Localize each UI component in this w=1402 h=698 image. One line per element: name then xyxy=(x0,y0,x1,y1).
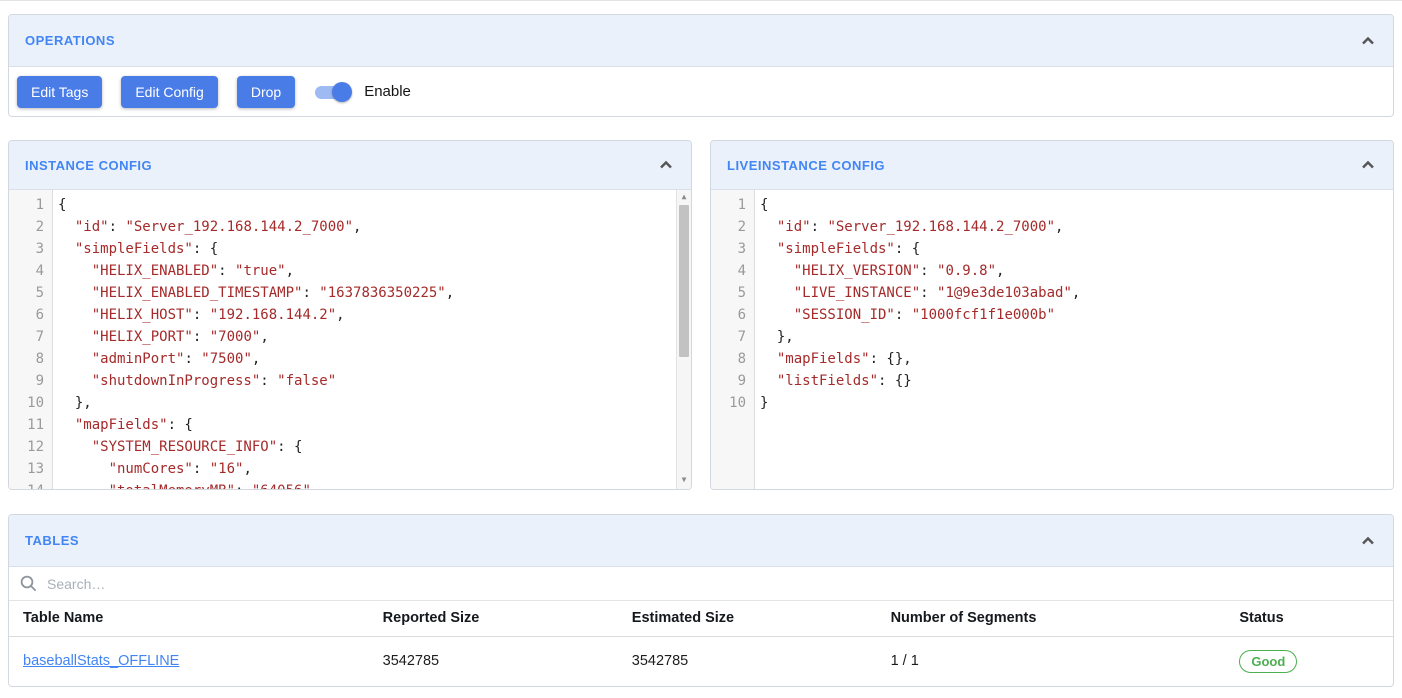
edit-tags-button[interactable]: Edit Tags xyxy=(17,76,102,108)
liveinstance-config-title: LIVEINSTANCE CONFIG xyxy=(727,158,885,173)
column-header-table-name[interactable]: Table Name xyxy=(9,601,383,636)
estimated-size-cell: 3542785 xyxy=(632,636,891,686)
reported-size-cell: 3542785 xyxy=(383,636,632,686)
table-search-row xyxy=(9,567,1393,601)
instance-config-collapse-chevron-up-icon[interactable] xyxy=(657,156,675,174)
edit-config-button[interactable]: Edit Config xyxy=(121,76,217,108)
status-badge: Good xyxy=(1239,650,1297,673)
instance-config-panel: INSTANCE CONFIG 1{2 "id": "Server_192.16… xyxy=(8,140,692,490)
tables-table: Table Name Reported Size Estimated Size … xyxy=(9,601,1393,686)
search-icon xyxy=(19,574,38,593)
instance-config-title: INSTANCE CONFIG xyxy=(25,158,152,173)
instance-config-header[interactable]: INSTANCE CONFIG xyxy=(9,141,691,190)
enable-toggle[interactable] xyxy=(314,80,352,104)
column-header-status[interactable]: Status xyxy=(1239,601,1393,636)
drop-button[interactable]: Drop xyxy=(237,76,295,108)
tables-panel: TABLES Table Name Reported Size Estimate… xyxy=(8,514,1394,687)
scrollbar-thumb[interactable] xyxy=(679,205,689,357)
liveinstance-config-collapse-chevron-up-icon[interactable] xyxy=(1359,156,1377,174)
scroll-down-arrow-icon[interactable]: ▼ xyxy=(677,473,691,487)
tables-collapse-chevron-up-icon[interactable] xyxy=(1359,532,1377,550)
instance-config-code: 1{2 "id": "Server_192.168.144.2_7000",3 … xyxy=(9,190,691,489)
liveinstance-config-panel: LIVEINSTANCE CONFIG 1{2 "id": "Server_19… xyxy=(710,140,1394,490)
tables-header[interactable]: TABLES xyxy=(9,515,1393,567)
enable-toggle-thumb xyxy=(332,82,352,102)
instance-detail-page: OPERATIONS Edit Tags Edit Config Drop En… xyxy=(0,1,1402,687)
config-row: INSTANCE CONFIG 1{2 "id": "Server_192.16… xyxy=(8,140,1394,490)
operations-header[interactable]: OPERATIONS xyxy=(9,15,1393,67)
table-row: baseballStats_OFFLINE 3542785 3542785 1 … xyxy=(9,636,1393,686)
scroll-up-arrow-icon[interactable]: ▲ xyxy=(677,190,691,204)
column-header-estimated-size[interactable]: Estimated Size xyxy=(632,601,891,636)
liveinstance-config-header[interactable]: LIVEINSTANCE CONFIG xyxy=(711,141,1393,190)
operations-body: Edit Tags Edit Config Drop Enable xyxy=(9,67,1393,116)
column-header-number-of-segments[interactable]: Number of Segments xyxy=(891,601,1240,636)
liveinstance-config-code: 1{2 "id": "Server_192.168.144.2_7000",3 … xyxy=(711,190,1393,414)
liveinstance-config-editor[interactable]: 1{2 "id": "Server_192.168.144.2_7000",3 … xyxy=(711,190,1393,489)
table-header-row: Table Name Reported Size Estimated Size … xyxy=(9,601,1393,636)
column-header-reported-size[interactable]: Reported Size xyxy=(383,601,632,636)
table-name-link[interactable]: baseballStats_OFFLINE xyxy=(23,653,179,669)
operations-collapse-chevron-up-icon[interactable] xyxy=(1359,32,1377,50)
instance-config-scrollbar[interactable]: ▲ ▼ xyxy=(676,190,691,489)
segments-cell: 1 / 1 xyxy=(891,636,1240,686)
enable-toggle-label: Enable xyxy=(364,83,411,100)
tables-title: TABLES xyxy=(25,533,79,548)
instance-config-editor[interactable]: 1{2 "id": "Server_192.168.144.2_7000",3 … xyxy=(9,190,691,489)
operations-title: OPERATIONS xyxy=(25,33,115,48)
table-search-input[interactable] xyxy=(47,576,1383,592)
operations-panel: OPERATIONS Edit Tags Edit Config Drop En… xyxy=(8,14,1394,117)
